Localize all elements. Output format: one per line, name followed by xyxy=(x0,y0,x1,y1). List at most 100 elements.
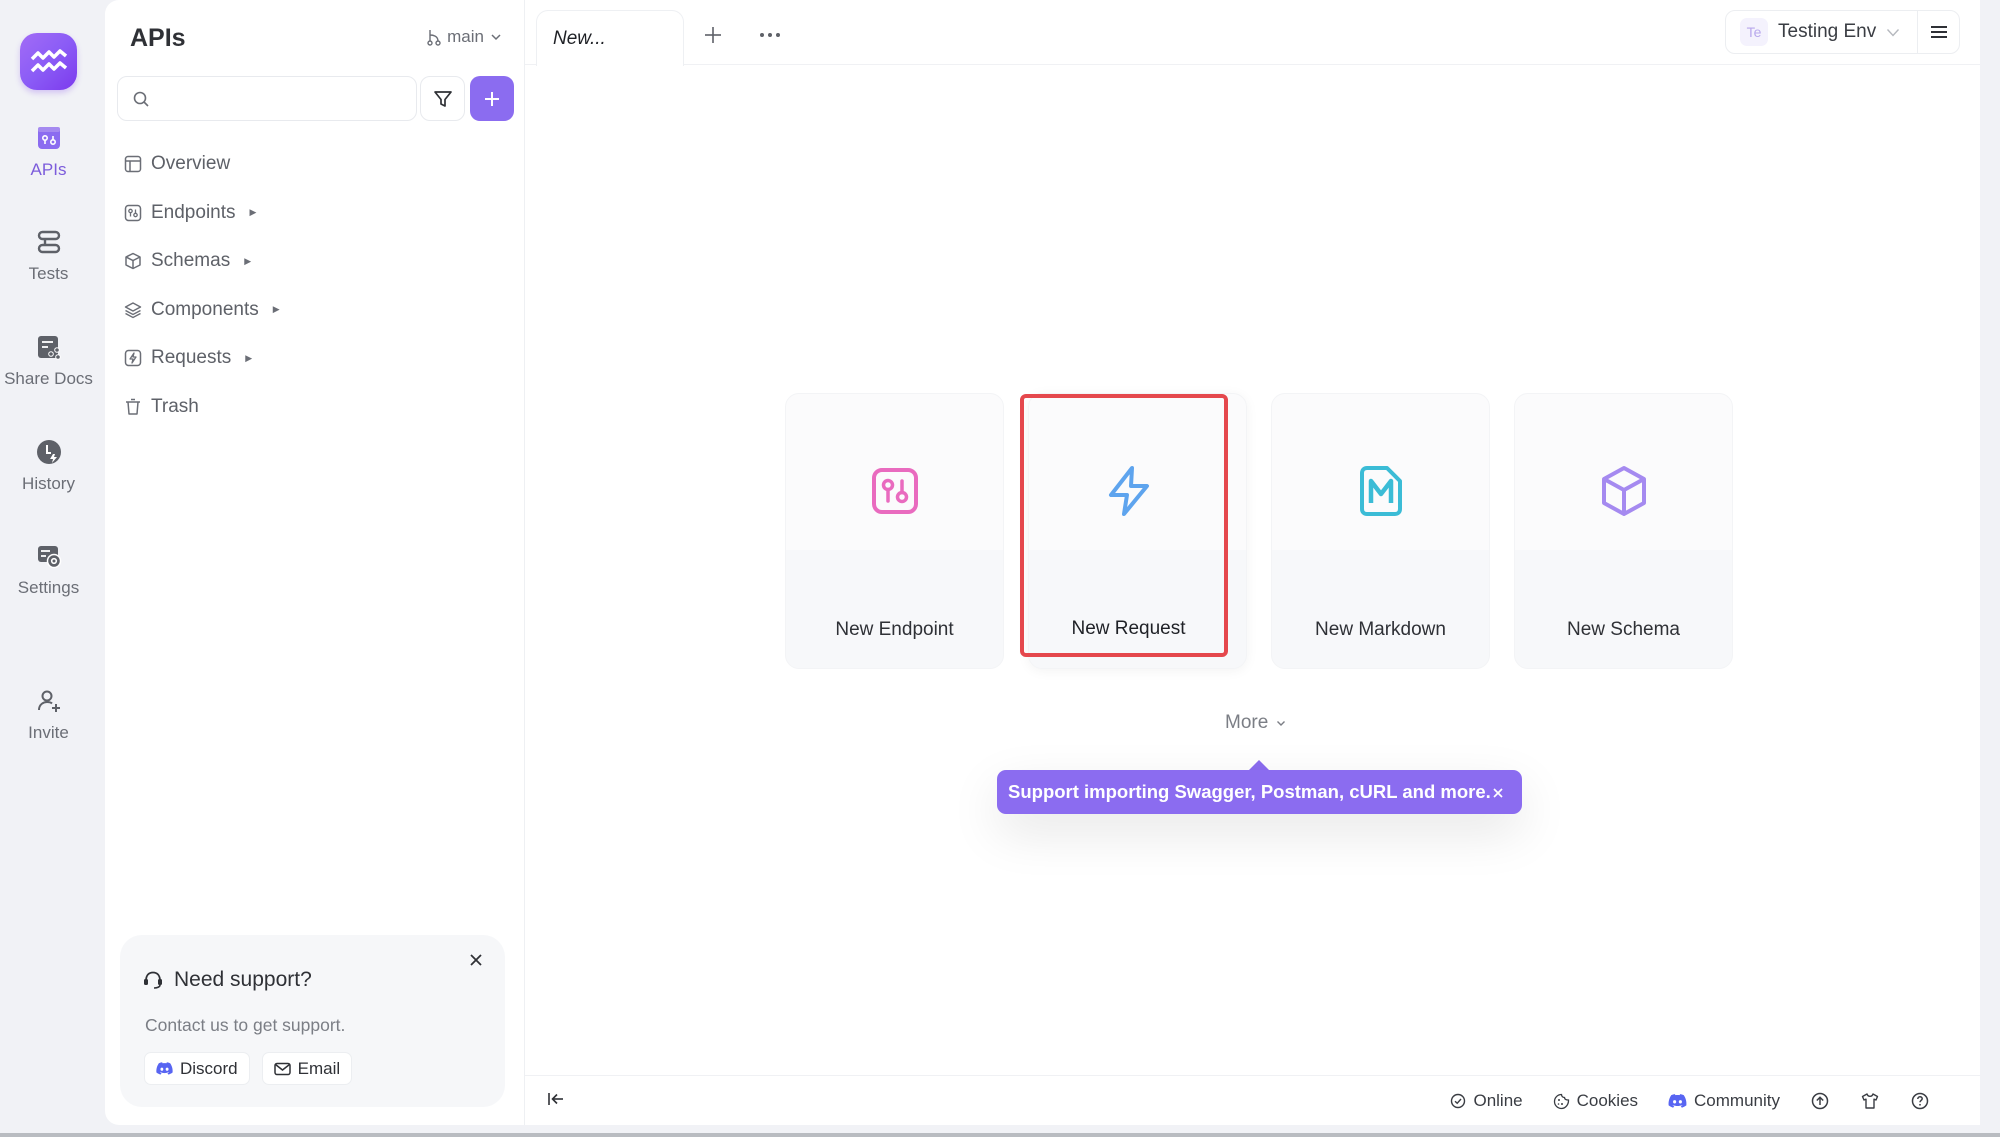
search-input[interactable] xyxy=(158,89,416,108)
environment-switcher: Te Testing Env xyxy=(1725,10,1960,54)
new-markdown-card[interactable]: New Markdown xyxy=(1271,393,1490,669)
email-label: Email xyxy=(297,1058,341,1078)
rail-item-history[interactable]: History xyxy=(0,438,97,494)
api-sidebar: APIs main Overview Endpoints ▶ Schemas ▶ xyxy=(105,0,525,1125)
close-icon xyxy=(1493,788,1503,798)
help-button[interactable] xyxy=(1910,1091,1930,1111)
env-name: Testing Env xyxy=(1778,21,1877,42)
close-support-button[interactable] xyxy=(469,953,483,972)
plus-icon xyxy=(485,91,499,106)
tree-item-overview[interactable]: Overview xyxy=(123,140,280,189)
search-box[interactable] xyxy=(117,76,417,121)
support-card: Need support? Contact us to get support.… xyxy=(120,935,505,1107)
chevron-down-icon xyxy=(1887,28,1900,37)
discord-button[interactable]: Discord xyxy=(144,1052,250,1085)
email-button[interactable]: Email xyxy=(261,1052,353,1085)
api-tree: Overview Endpoints ▶ Schemas ▶ Component… xyxy=(123,140,280,431)
more-label: More xyxy=(1225,712,1269,733)
new-tab-button[interactable] xyxy=(700,22,726,48)
tests-stack-icon xyxy=(35,228,63,256)
invite-user-icon xyxy=(35,687,63,715)
api-box-icon xyxy=(35,124,63,152)
filter-icon xyxy=(433,90,452,107)
tree-item-components[interactable]: Components ▶ xyxy=(123,286,280,335)
more-horizontal-icon xyxy=(760,33,780,37)
rail-item-label: Share Docs xyxy=(4,369,93,388)
tree-item-label: Components xyxy=(151,298,259,320)
tab-new[interactable]: New... xyxy=(536,10,684,66)
tree-item-endpoints[interactable]: Endpoints ▶ xyxy=(123,189,280,238)
app-logo[interactable] xyxy=(20,33,77,90)
environment-select[interactable]: Te Testing Env xyxy=(1726,11,1917,53)
app-rail: APIs Tests Share Docs History Settings I… xyxy=(0,0,105,1133)
status-bar: Online Cookies Community xyxy=(525,1075,1980,1125)
filter-button[interactable] xyxy=(420,76,465,121)
community-label: Community xyxy=(1694,1091,1780,1110)
tooltip-text: Support importing Swagger, Postman, cURL… xyxy=(1008,781,1491,802)
tree-item-trash[interactable]: Trash xyxy=(123,383,280,432)
new-request-card[interactable]: New Request xyxy=(1020,393,1247,669)
endpoint-icon xyxy=(123,203,143,223)
collapse-left-icon xyxy=(548,1093,563,1105)
layout-icon xyxy=(123,154,143,174)
community-button[interactable]: Community xyxy=(1668,1091,1780,1111)
trash-icon xyxy=(123,397,143,417)
new-endpoint-card[interactable]: New Endpoint xyxy=(785,393,1004,669)
rail-item-label: Settings xyxy=(17,578,80,597)
window-bottom-edge xyxy=(0,1133,2000,1137)
collapse-sidebar-button[interactable] xyxy=(547,1090,565,1113)
env-badge: Te xyxy=(1740,18,1768,46)
search-icon xyxy=(133,91,149,107)
rail-item-invite[interactable]: Invite xyxy=(0,687,97,743)
caret-right-icon[interactable]: ▶ xyxy=(245,353,252,364)
tooltip-arrow xyxy=(1249,760,1269,770)
rail-item-tests[interactable]: Tests xyxy=(0,228,97,284)
more-dropdown[interactable]: More xyxy=(1225,712,1286,734)
check-circle-icon xyxy=(1451,1093,1466,1109)
caret-right-icon[interactable]: ▶ xyxy=(273,304,280,315)
wave-logo-icon xyxy=(30,48,67,72)
share-docs-icon xyxy=(35,333,63,361)
mail-icon xyxy=(273,1062,291,1075)
branch-name: main xyxy=(447,27,484,46)
tree-item-requests[interactable]: Requests ▶ xyxy=(123,334,280,383)
caret-right-icon[interactable]: ▶ xyxy=(244,256,251,267)
card-label: New Endpoint xyxy=(835,619,954,640)
tree-item-label: Trash xyxy=(151,395,199,417)
add-button[interactable] xyxy=(470,76,514,121)
bolt-icon xyxy=(1104,466,1154,516)
rail-item-label: Tests xyxy=(28,264,69,283)
tree-item-label: Requests xyxy=(151,347,232,369)
upload-button[interactable] xyxy=(1810,1091,1830,1111)
cookie-icon xyxy=(1553,1093,1569,1109)
theme-button[interactable] xyxy=(1860,1091,1880,1111)
chevron-down-icon xyxy=(491,34,501,41)
caret-right-icon[interactable]: ▶ xyxy=(250,207,257,218)
bolt-box-icon xyxy=(123,348,143,368)
rail-item-settings[interactable]: Settings xyxy=(0,542,97,598)
card-label: New Markdown xyxy=(1315,619,1446,640)
endpoint-icon xyxy=(870,466,920,516)
tab-more-button[interactable] xyxy=(755,22,785,48)
help-circle-icon xyxy=(1911,1092,1929,1110)
rail-item-apis[interactable]: APIs xyxy=(0,124,97,180)
cookies-button[interactable]: Cookies xyxy=(1553,1091,1638,1111)
env-menu-button[interactable] xyxy=(1917,11,1959,53)
rail-item-share-docs[interactable]: Share Docs xyxy=(0,333,97,389)
rail-item-label: History xyxy=(22,474,75,493)
rail-item-label: APIs xyxy=(30,160,67,179)
close-tooltip-button[interactable] xyxy=(1492,782,1504,804)
history-clock-icon xyxy=(35,438,63,466)
shirt-icon xyxy=(1861,1093,1879,1109)
online-status[interactable]: Online xyxy=(1450,1091,1523,1111)
headset-icon xyxy=(144,971,162,989)
chevron-down-icon xyxy=(1277,720,1286,726)
discord-label: Discord xyxy=(180,1058,238,1078)
support-title: Need support? xyxy=(174,968,312,991)
online-label: Online xyxy=(1473,1091,1523,1110)
branch-selector[interactable]: main xyxy=(427,27,502,47)
tree-item-schemas[interactable]: Schemas ▶ xyxy=(123,237,280,286)
cube-icon xyxy=(1599,466,1649,516)
hamburger-menu-icon xyxy=(1930,26,1947,38)
new-schema-card[interactable]: New Schema xyxy=(1514,393,1733,669)
